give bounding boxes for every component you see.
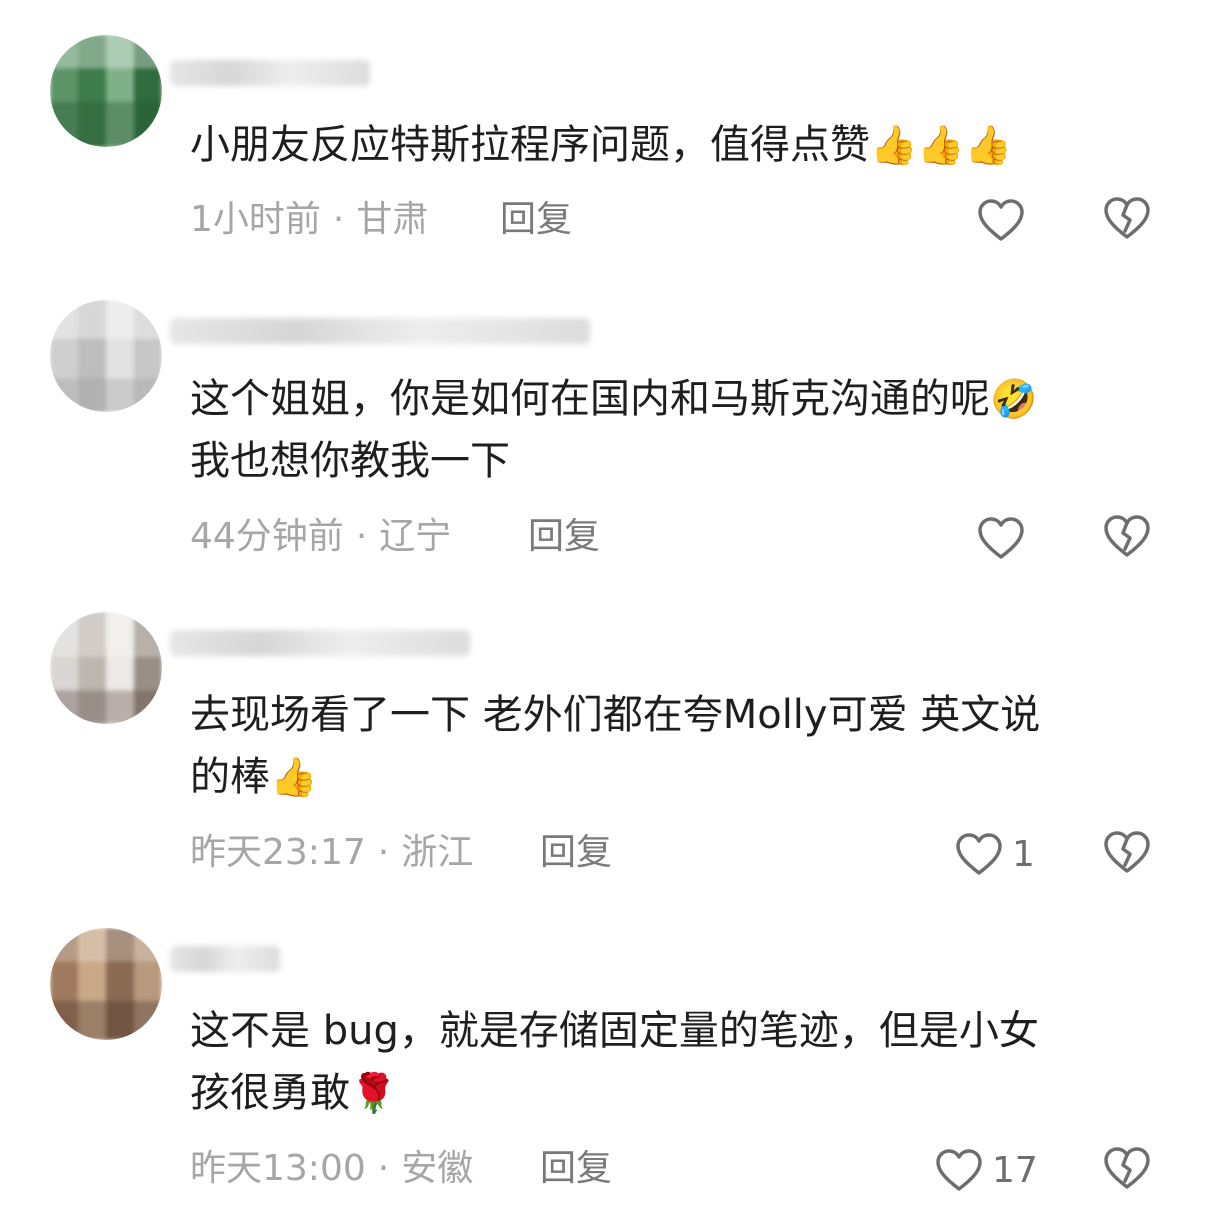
comment-meta: 昨天23:17 · 浙江 bbox=[190, 831, 473, 875]
comment-text: 小朋友反应特斯拉程序问题，值得点赞👍👍👍 bbox=[190, 114, 1012, 176]
like-button[interactable] bbox=[976, 195, 1034, 245]
comment-text: 这个姐姐，你是如何在国内和马斯克沟通的呢🤣 我也想你教我一下 bbox=[190, 368, 1037, 492]
comment-line: 这不是 bug，就是存储固定量的笔迹，但是小女 bbox=[190, 1008, 1039, 1054]
comment-line: 这个姐姐，你是如何在国内和马斯克沟通的呢 bbox=[190, 376, 990, 422]
comment-location: 安徽 bbox=[401, 1148, 474, 1189]
avatar[interactable] bbox=[50, 35, 162, 147]
comment-line: 去现场看了一下 老外们都在夸Molly可爱 英文说 bbox=[190, 692, 1041, 738]
broken-heart-icon bbox=[1102, 1145, 1152, 1191]
avatar[interactable] bbox=[50, 928, 162, 1040]
comment-line: 小朋友反应特斯拉程序问题，值得点赞 bbox=[190, 122, 870, 168]
comment-location: 甘肃 bbox=[356, 199, 429, 240]
comment-text: 去现场看了一下 老外们都在夸Molly可爱 英文说 的棒👍 bbox=[190, 684, 1040, 808]
username-blurred[interactable] bbox=[170, 946, 280, 972]
comment-time: 1小时前 bbox=[190, 199, 321, 240]
dislike-button[interactable] bbox=[1102, 513, 1152, 563]
comment-location: 辽宁 bbox=[379, 516, 452, 557]
thumbs-up-emoji: 👍 bbox=[270, 755, 318, 799]
dislike-button[interactable] bbox=[1102, 1145, 1152, 1195]
reply-button[interactable]: 回复 bbox=[500, 198, 572, 242]
comment-line: 我也想你教我一下 bbox=[190, 438, 510, 484]
like-count: 17 bbox=[992, 1149, 1038, 1191]
like-button[interactable] bbox=[976, 513, 1034, 563]
rose-emoji: 🌹 bbox=[350, 1071, 398, 1115]
comment-time: 昨天23:17 bbox=[190, 832, 366, 873]
username-blurred[interactable] bbox=[170, 630, 470, 656]
comment-meta: 44分钟前 · 辽宁 bbox=[190, 515, 451, 559]
separator-dot: · bbox=[332, 199, 345, 240]
comment-location: 浙江 bbox=[401, 832, 474, 873]
like-button[interactable]: 17 bbox=[934, 1145, 1038, 1195]
comment-line: 的棒 bbox=[190, 754, 270, 800]
broken-heart-icon bbox=[1102, 829, 1152, 875]
reply-button[interactable]: 回复 bbox=[528, 515, 600, 559]
heart-outline-icon bbox=[976, 515, 1026, 561]
dislike-button[interactable] bbox=[1102, 829, 1152, 879]
like-button[interactable]: 1 bbox=[954, 829, 1035, 879]
separator-dot: · bbox=[355, 516, 368, 557]
comment-text: 这不是 bug，就是存储固定量的笔迹，但是小女 孩很勇敢🌹 bbox=[190, 1000, 1039, 1124]
broken-heart-icon bbox=[1102, 195, 1152, 241]
avatar[interactable] bbox=[50, 300, 162, 412]
heart-outline-icon bbox=[954, 831, 1004, 877]
reply-button[interactable]: 回复 bbox=[540, 831, 612, 875]
dislike-button[interactable] bbox=[1102, 195, 1152, 245]
comment-meta: 1小时前 · 甘肃 bbox=[190, 198, 428, 242]
like-count: 1 bbox=[1012, 833, 1035, 875]
heart-outline-icon bbox=[934, 1147, 984, 1193]
separator-dot: · bbox=[377, 1148, 390, 1189]
avatar[interactable] bbox=[50, 612, 162, 724]
username-blurred[interactable] bbox=[170, 318, 590, 344]
broken-heart-icon bbox=[1102, 513, 1152, 559]
comment-line: 孩很勇敢 bbox=[190, 1070, 350, 1116]
heart-outline-icon bbox=[976, 197, 1026, 243]
thumbs-up-emoji: 👍👍👍 bbox=[870, 123, 1012, 167]
username-blurred[interactable] bbox=[170, 60, 370, 86]
comment-time: 44分钟前 bbox=[190, 516, 344, 557]
comment-time: 昨天13:00 bbox=[190, 1148, 366, 1189]
reply-button[interactable]: 回复 bbox=[540, 1147, 612, 1191]
comment-meta: 昨天13:00 · 安徽 bbox=[190, 1147, 473, 1191]
rofl-emoji: 🤣 bbox=[990, 377, 1038, 421]
separator-dot: · bbox=[377, 832, 390, 873]
